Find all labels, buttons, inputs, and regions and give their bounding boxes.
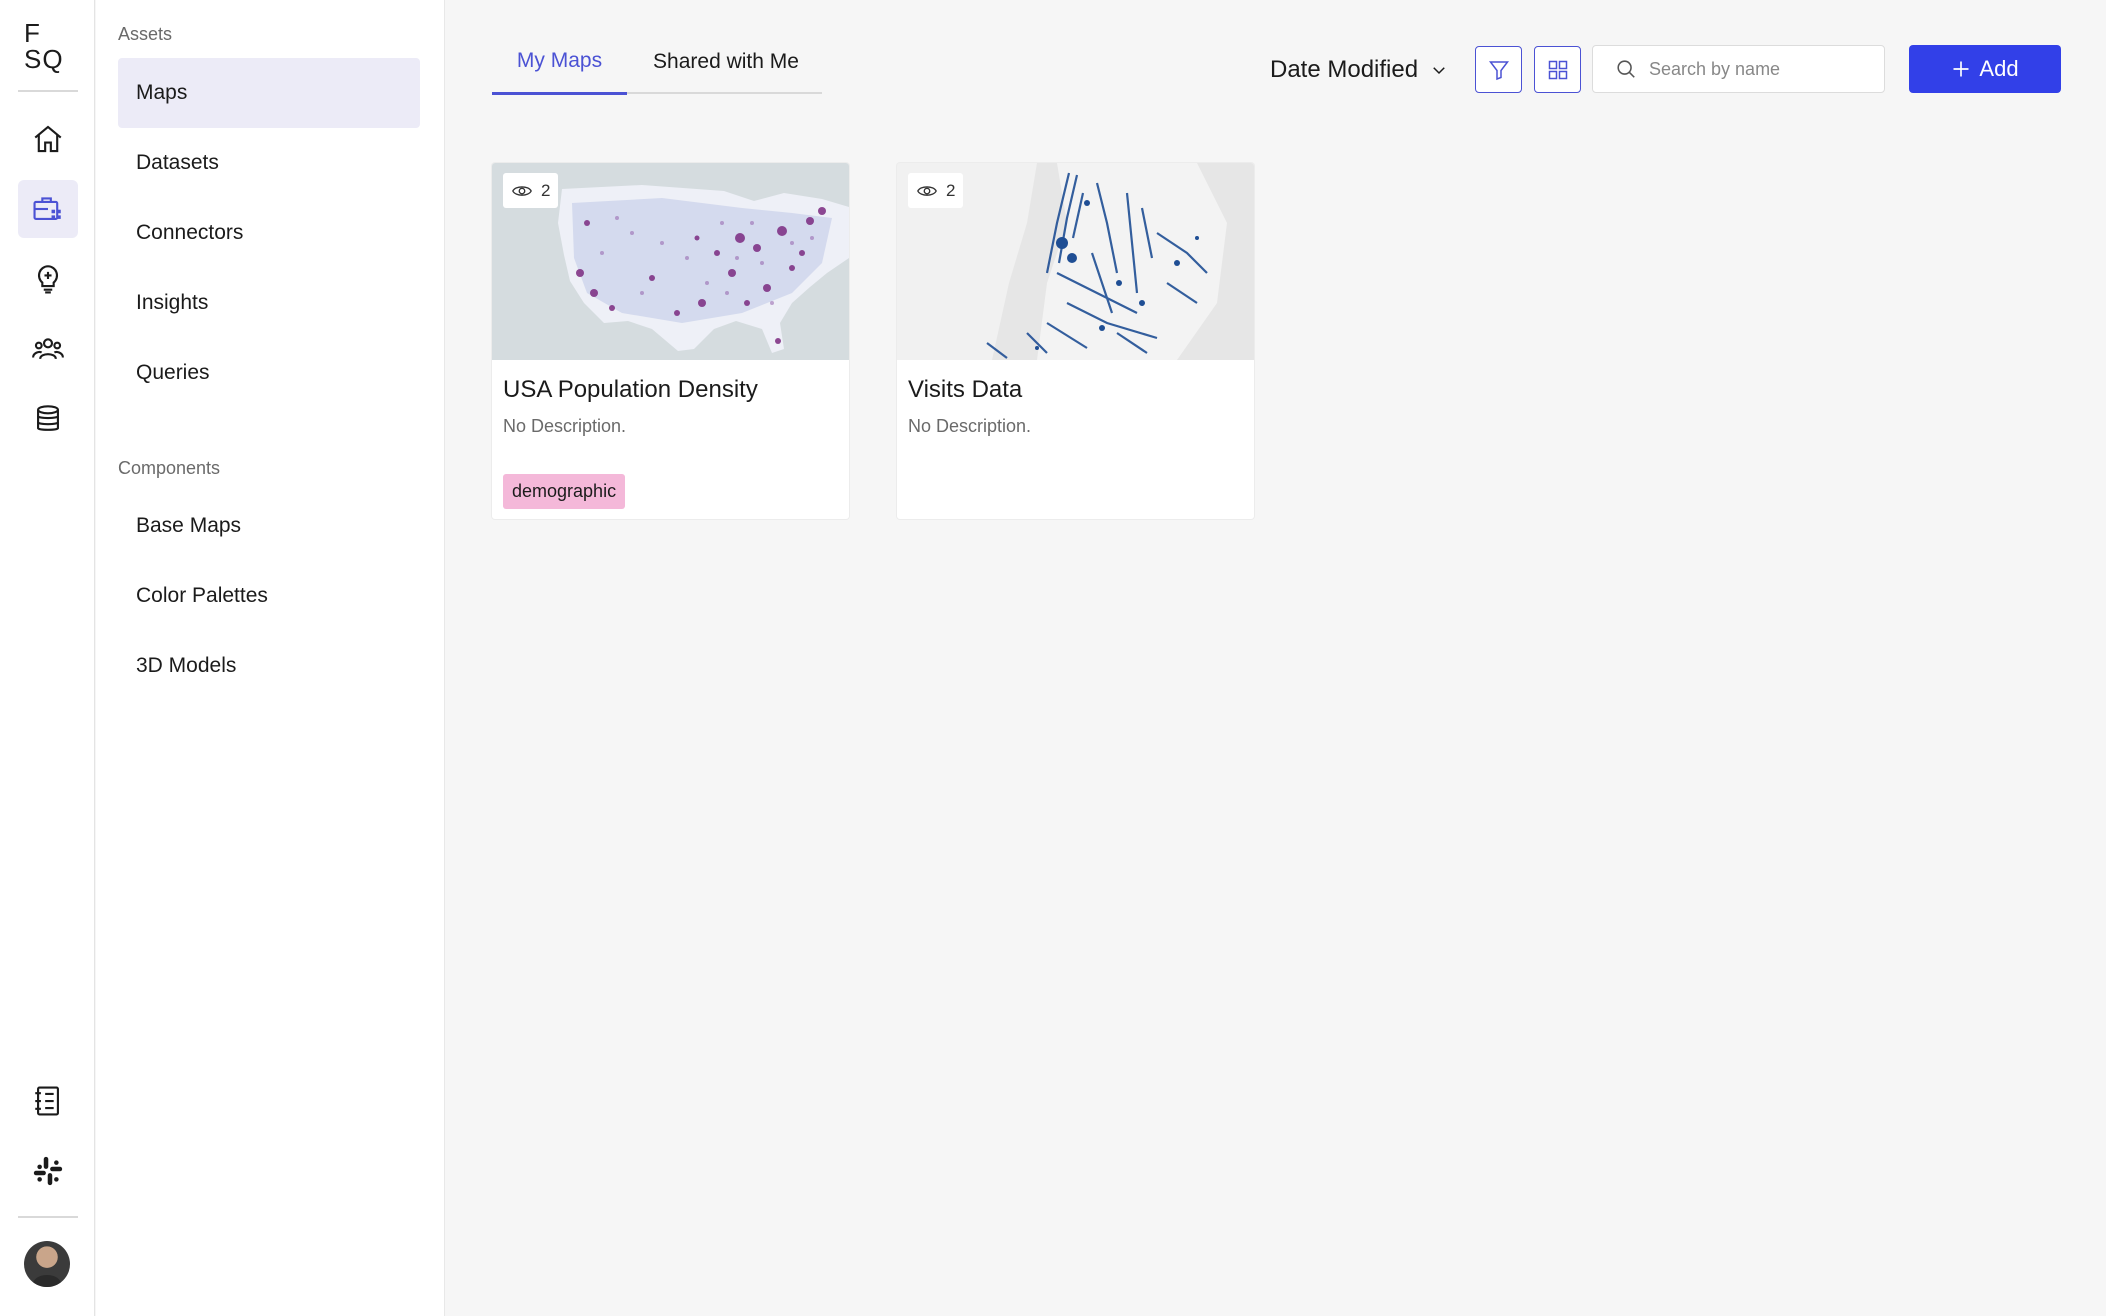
view-count-badge: 2 <box>503 173 559 208</box>
view-count: 2 <box>946 180 956 200</box>
lightbulb-icon <box>37 265 59 294</box>
components-section-label: Components <box>118 458 221 478</box>
rail-divider-bottom <box>18 1216 78 1218</box>
grid-icon <box>1548 60 1567 79</box>
fsq-logo[interactable]: F SQ <box>24 20 74 72</box>
team-nav-button[interactable] <box>18 320 78 378</box>
home-nav-button[interactable] <box>18 110 78 168</box>
view-count-badge: 2 <box>908 173 964 208</box>
sort-dropdown[interactable]: Date Modified <box>1270 52 1448 88</box>
notebook-icon <box>35 1086 59 1116</box>
database-icon <box>37 405 59 431</box>
map-title: Visits Data <box>908 376 1023 403</box>
rail-divider <box>18 90 78 92</box>
user-avatar[interactable] <box>24 1241 70 1287</box>
sidebar-item-datasets[interactable]: Datasets <box>118 128 420 198</box>
sidebar-item-connectors[interactable]: Connectors <box>118 198 420 268</box>
tab-shared-with-me[interactable]: Shared with Me <box>627 30 825 94</box>
slack-icon <box>33 1156 63 1186</box>
grid-view-button[interactable] <box>1534 46 1581 93</box>
add-button-label: Add <box>1979 56 2019 81</box>
logo-line-1: F <box>24 18 41 48</box>
briefcase-grid-icon <box>33 197 61 220</box>
search-icon <box>1617 60 1635 78</box>
slack-nav-button[interactable] <box>18 1142 78 1200</box>
home-icon <box>34 125 62 153</box>
sidebar-item-base-maps[interactable]: Base Maps <box>118 491 420 561</box>
sidebar-item-insights[interactable]: Insights <box>118 268 420 338</box>
map-thumbnail-visits: 2 <box>897 163 1254 360</box>
users-icon <box>32 338 64 360</box>
assets-sidebar: Assets Maps Datasets Connectors Insights… <box>96 0 445 1316</box>
add-map-button[interactable]: Add <box>1909 45 2061 93</box>
icon-rail: F SQ <box>0 0 95 1316</box>
tag-badge[interactable]: demographic <box>503 474 626 509</box>
sidebar-item-3d-models[interactable]: 3D Models <box>118 631 420 701</box>
filter-icon <box>1488 60 1509 80</box>
docs-nav-button[interactable] <box>18 1072 78 1130</box>
logo-line-2: SQ <box>24 44 64 74</box>
map-description: No Description. <box>503 416 627 436</box>
maps-tabs: My Maps Shared with Me <box>492 30 825 95</box>
map-description: No Description. <box>908 416 1032 436</box>
eye-icon <box>917 185 937 196</box>
insights-nav-button[interactable] <box>18 250 78 308</box>
assets-section-label: Assets <box>118 24 173 44</box>
search-input[interactable] <box>1649 58 1869 80</box>
main-content: My Maps Shared with Me Date Modified Add <box>446 0 2106 1316</box>
map-title: USA Population Density <box>503 376 758 403</box>
sidebar-item-maps[interactable]: Maps <box>118 58 420 128</box>
sidebar-item-queries[interactable]: Queries <box>118 338 420 408</box>
map-thumbnail-usa: 2 <box>492 163 849 360</box>
tab-my-maps[interactable]: My Maps <box>492 30 627 95</box>
sidebar-item-color-palettes[interactable]: Color Palettes <box>118 561 420 631</box>
assets-nav-button[interactable] <box>18 180 78 238</box>
map-card[interactable]: 2 Visits Data No Description. <box>897 163 1254 519</box>
map-card[interactable]: 2 USA Population Density No Description.… <box>492 163 849 519</box>
plus-icon <box>1953 61 1969 77</box>
sort-label: Date Modified <box>1270 56 1419 83</box>
view-count: 2 <box>541 180 551 200</box>
eye-icon <box>512 185 532 196</box>
search-box[interactable] <box>1592 45 1885 93</box>
data-nav-button[interactable] <box>18 390 78 448</box>
filter-button[interactable] <box>1475 46 1522 93</box>
chevron-down-icon <box>1433 67 1445 75</box>
